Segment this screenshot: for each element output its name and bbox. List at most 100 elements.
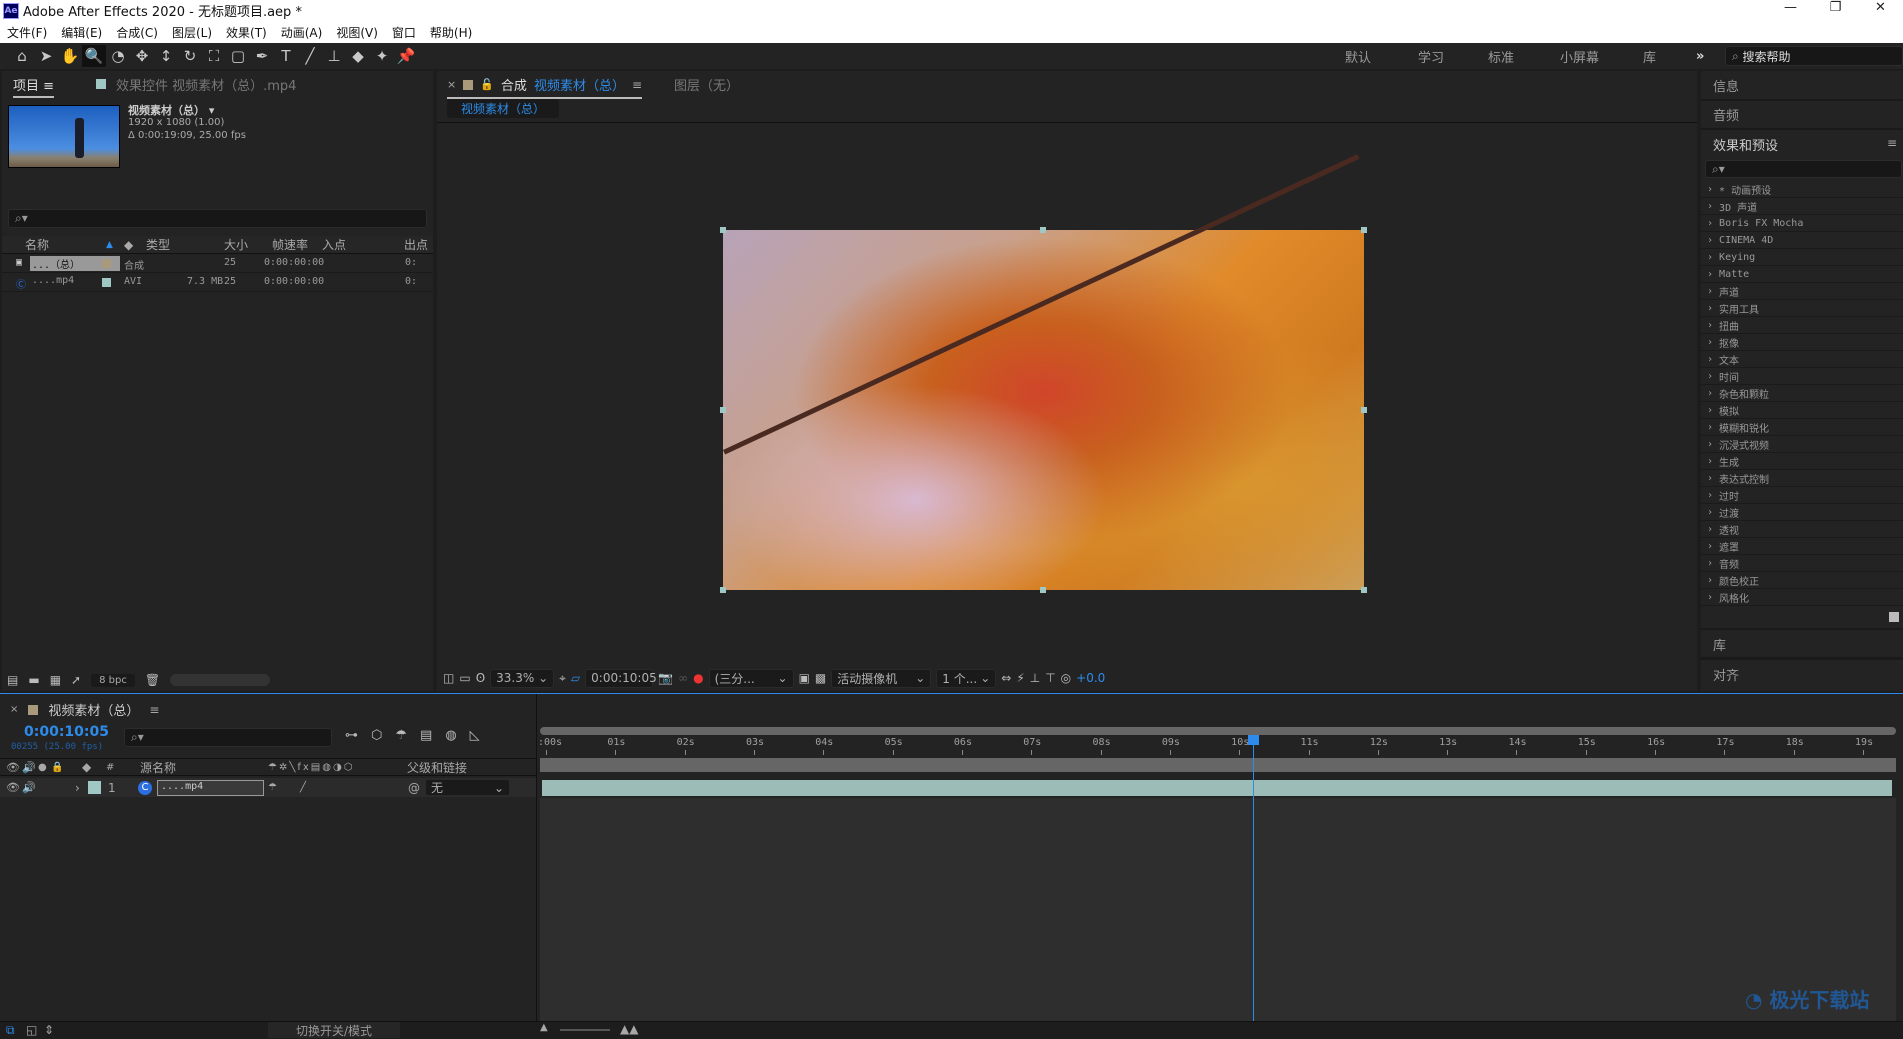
effect-category[interactable]: › 透视 (1701, 521, 1903, 538)
anchor-icon[interactable]: ⛶ (202, 45, 226, 67)
pen-icon[interactable]: ✒ (250, 45, 274, 67)
audio-icon[interactable]: 🔊 (22, 761, 36, 774)
time-navigator-bar[interactable] (540, 727, 1896, 735)
preview-icon[interactable]: ◫ (443, 671, 454, 685)
zoom-icon[interactable]: 🔍 (82, 45, 106, 67)
minimize-button[interactable]: — (1768, 0, 1813, 15)
effect-category[interactable]: › Boris FX Mocha (1701, 215, 1903, 232)
frame-blending-icon[interactable]: ▤ (420, 728, 432, 743)
visibility-icon[interactable]: 👁 (6, 761, 20, 774)
effects-search-input[interactable]: ⌕▾ (1705, 160, 1902, 178)
checkerboard-icon[interactable]: ▩ (815, 671, 826, 685)
current-time-field[interactable]: 0:00:10:05 (585, 668, 657, 688)
home-icon[interactable]: ⌂ (10, 45, 34, 67)
effect-category[interactable]: › CINEMA 4D (1701, 232, 1903, 249)
expand-chevron-icon[interactable]: › (75, 781, 80, 795)
menu-item[interactable]: 窗口 (385, 24, 423, 41)
solo-icon[interactable]: ● (38, 762, 47, 773)
info-panel-tab[interactable]: 信息 (1713, 76, 1739, 95)
resolution-dropdown[interactable]: (三分... ⌄ (708, 668, 794, 688)
timeline-icon[interactable]: ⊥ (1030, 671, 1040, 685)
effect-category[interactable]: › 风格化 (1701, 589, 1903, 606)
pan-icon[interactable]: ✥ (130, 45, 154, 67)
clone-stamp-icon[interactable]: ⊥ (322, 45, 346, 67)
layer-duration-bar[interactable] (542, 780, 1892, 796)
project-item-row[interactable]: ▣ ...（总） 合成 25 0:00:00:00 0: (2, 255, 433, 273)
new-folder-icon[interactable]: ▬ (28, 673, 39, 687)
zoom-out-icon[interactable]: ▲ (540, 1022, 548, 1033)
transfer-controls-icon[interactable]: ◱ (26, 1023, 37, 1037)
composition-flowchart-icon[interactable]: ⊶ (345, 728, 358, 743)
effect-category[interactable]: › 扭曲 (1701, 317, 1903, 334)
eraser-icon[interactable]: ◆ (346, 45, 370, 67)
close-button[interactable]: ✕ (1858, 0, 1903, 15)
shy-switch-icon[interactable]: ☂ (268, 782, 277, 793)
effect-category[interactable]: › 声道 (1701, 283, 1903, 300)
time-ruler[interactable]: :00s 01s 02s 03s 04s 05s 06s 07s 08s 09s 10s 11s 12s… (538, 735, 1896, 757)
effects-presets-tab[interactable]: 效果和预设 (1713, 135, 1778, 154)
audio-panel-tab[interactable]: 音频 (1713, 105, 1739, 124)
brush-icon[interactable]: ╱ (298, 45, 322, 67)
transparency-grid-icon[interactable]: ▱ (571, 671, 580, 685)
workspace-small-screen[interactable]: 小屏幕 (1560, 43, 1599, 69)
col-parent[interactable]: 父级和链接 (407, 759, 467, 776)
menu-item[interactable]: 动画(A) (274, 24, 330, 41)
zoom-in-icon[interactable]: ▲▲ (620, 1022, 638, 1036)
menu-item[interactable]: 视图(V) (329, 24, 385, 41)
zoom-dropdown[interactable]: 33.3% ⌄ (490, 668, 555, 688)
align-panel-tab[interactable]: 对齐 (1713, 665, 1739, 684)
graph-editor-icon[interactable]: ◺ (470, 728, 480, 743)
effect-category[interactable]: › 沉浸式视频 (1701, 436, 1903, 453)
library-panel-tab[interactable]: 库 (1713, 635, 1726, 654)
rectangle-icon[interactable]: ▢ (226, 45, 250, 67)
col-size[interactable]: 大小 (224, 236, 248, 253)
close-tab-icon[interactable]: × (10, 704, 18, 715)
tab-timeline[interactable]: × 视频素材（总） ≡ (10, 700, 159, 720)
menu-item[interactable]: 帮助(H) (423, 24, 479, 41)
bit-depth-button[interactable]: 8 bpc (91, 673, 135, 687)
render-icon[interactable]: ➚ (71, 673, 81, 687)
roto-brush-icon[interactable]: ✦ (370, 45, 394, 67)
selection-icon[interactable]: ➤ (34, 45, 58, 67)
effect-category[interactable]: › Matte (1701, 266, 1903, 283)
workspace-learn[interactable]: 学习 (1418, 43, 1444, 69)
tab-layer[interactable]: 图层（无） (674, 75, 739, 94)
region-of-interest-icon[interactable]: ▣ (799, 671, 810, 685)
effect-category[interactable]: › 过渡 (1701, 504, 1903, 521)
label-color-swatch[interactable] (102, 278, 111, 287)
effect-category[interactable]: › 生成 (1701, 453, 1903, 470)
visibility-icon[interactable]: 👁 (6, 781, 20, 794)
shy-layers-icon[interactable]: ☂ (395, 728, 407, 743)
type-icon[interactable]: T (274, 45, 298, 67)
composition-preview-image[interactable] (720, 154, 1367, 593)
comp-breadcrumb[interactable]: 视频素材（总） (447, 99, 560, 118)
orbit-icon[interactable]: ◔ (106, 45, 130, 67)
col-in[interactable]: 入点 (322, 236, 346, 253)
col-out[interactable]: 出点 (404, 236, 428, 253)
puppet-pin-icon[interactable]: 📌 (394, 45, 418, 67)
new-preset-icon[interactable] (1889, 612, 1899, 622)
project-search-input[interactable]: ⌕▾ (8, 209, 427, 228)
col-source-name[interactable]: 源名称 (140, 759, 176, 776)
audio-icon[interactable]: 🔊 (22, 781, 36, 794)
mask-visibility-icon[interactable]: ʘ (476, 671, 485, 685)
pickwhip-icon[interactable]: @ (408, 781, 420, 795)
safe-area-icon[interactable]: ⌖ (559, 671, 566, 686)
effect-category[interactable]: › 抠像 (1701, 334, 1903, 351)
zoom-slider[interactable] (560, 1029, 610, 1031)
help-search-input[interactable]: ⌕ 搜索帮助 (1725, 46, 1903, 66)
effect-category[interactable]: › Keying (1701, 249, 1903, 266)
layer-label-color[interactable] (88, 781, 101, 794)
effect-category[interactable]: › 实用工具 (1701, 300, 1903, 317)
timeline-current-time[interactable]: 0:00:10:05 (24, 724, 109, 740)
quality-switch-icon[interactable]: ╱ (300, 782, 306, 793)
workspace-library[interactable]: 库 (1643, 43, 1656, 69)
effect-category[interactable]: › 表达式控制 (1701, 470, 1903, 487)
effect-category[interactable]: › 3D 声道 (1701, 198, 1903, 215)
layer-name[interactable]: ....mp4 (157, 779, 264, 796)
layer-row[interactable]: 👁 🔊 › 1 C ....mp4 ☂ ╱ @ 无 ⌄ (0, 778, 536, 797)
effect-category[interactable]: › 过时 (1701, 487, 1903, 504)
work-area-bar[interactable] (540, 758, 1896, 772)
new-composition-icon[interactable]: ▦ (50, 673, 61, 687)
effect-category[interactable]: › 模糊和锐化 (1701, 419, 1903, 436)
